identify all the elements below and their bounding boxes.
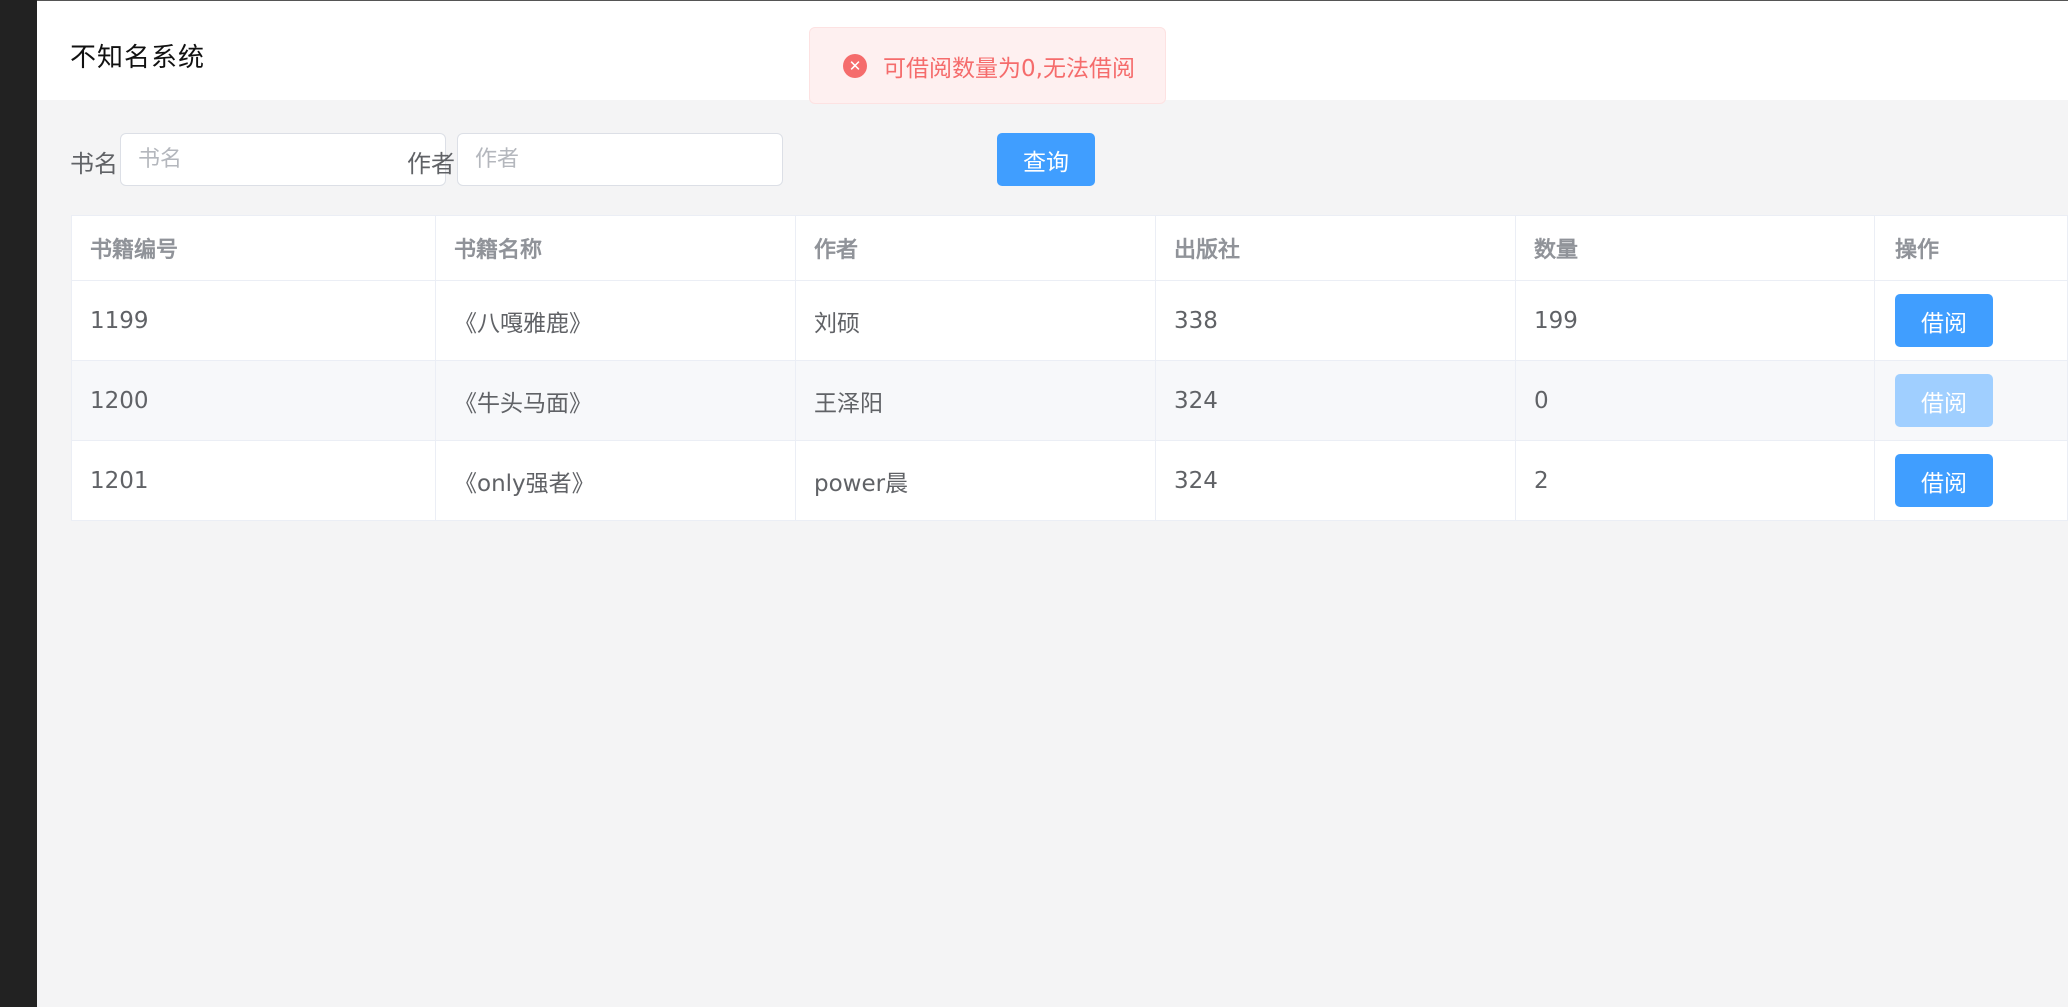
cell-publisher: 324 bbox=[1156, 441, 1516, 520]
search-form: 书名 作者 查询 bbox=[70, 133, 1095, 186]
cell-id: 1201 bbox=[72, 441, 436, 520]
cell-publisher: 324 bbox=[1156, 361, 1516, 440]
cell-publisher: 338 bbox=[1156, 281, 1516, 360]
borrow-button[interactable]: 借阅 bbox=[1895, 454, 1993, 507]
error-toast: ✕ 可借阅数量为0,无法借阅 bbox=[809, 27, 1166, 104]
app-title: 不知名系统 bbox=[70, 43, 206, 73]
column-header-name: 书籍名称 bbox=[436, 216, 796, 280]
cell-id: 1199 bbox=[72, 281, 436, 360]
cell-name: 《牛头马面》 bbox=[436, 361, 796, 440]
books-table: 书籍编号 书籍名称 作者 出版社 数量 操作 1199 《八嘎雅鹿》 刘硕 33… bbox=[71, 215, 2068, 521]
cell-action: 借阅 bbox=[1875, 441, 2068, 520]
column-header-count: 数量 bbox=[1516, 216, 1875, 280]
book-name-label: 书名 bbox=[70, 150, 118, 178]
cell-count: 199 bbox=[1516, 281, 1875, 360]
table-row: 1199 《八嘎雅鹿》 刘硕 338 199 借阅 bbox=[72, 281, 2068, 361]
cell-author: power晨 bbox=[796, 441, 1156, 520]
table-header-row: 书籍编号 书籍名称 作者 出版社 数量 操作 bbox=[72, 216, 2068, 281]
cell-name: 《only强者》 bbox=[436, 441, 796, 520]
query-button[interactable]: 查询 bbox=[997, 133, 1095, 186]
main-content: 书名 作者 查询 书籍编号 书籍名称 作者 出版社 数量 操作 1199 《八嘎… bbox=[37, 100, 2068, 1007]
cell-count: 0 bbox=[1516, 361, 1875, 440]
column-header-id: 书籍编号 bbox=[72, 216, 436, 280]
left-sidebar-strip bbox=[0, 0, 37, 1007]
cell-author: 刘硕 bbox=[796, 281, 1156, 360]
cell-id: 1200 bbox=[72, 361, 436, 440]
author-input[interactable] bbox=[457, 133, 783, 186]
error-circle-icon: ✕ bbox=[843, 53, 867, 78]
author-label: 作者 bbox=[407, 150, 455, 178]
book-name-input[interactable] bbox=[120, 133, 446, 186]
column-header-action: 操作 bbox=[1875, 216, 2068, 280]
toast-message: 可借阅数量为0,无法借阅 bbox=[883, 55, 1135, 82]
column-header-author: 作者 bbox=[796, 216, 1156, 280]
cell-name: 《八嘎雅鹿》 bbox=[436, 281, 796, 360]
cell-action: 借阅 bbox=[1875, 361, 2068, 440]
cell-count: 2 bbox=[1516, 441, 1875, 520]
cell-action: 借阅 bbox=[1875, 281, 2068, 360]
table-row: 1200 《牛头马面》 王泽阳 324 0 借阅 bbox=[72, 361, 2068, 441]
app-root: 不知名系统 ✕ 可借阅数量为0,无法借阅 书名 作者 查询 书籍编号 书籍名称 … bbox=[0, 0, 2068, 1007]
column-header-publisher: 出版社 bbox=[1156, 216, 1516, 280]
borrow-button[interactable]: 借阅 bbox=[1895, 294, 1993, 347]
cell-author: 王泽阳 bbox=[796, 361, 1156, 440]
borrow-button[interactable]: 借阅 bbox=[1895, 374, 1993, 427]
table-row: 1201 《only强者》 power晨 324 2 借阅 bbox=[72, 441, 2068, 521]
